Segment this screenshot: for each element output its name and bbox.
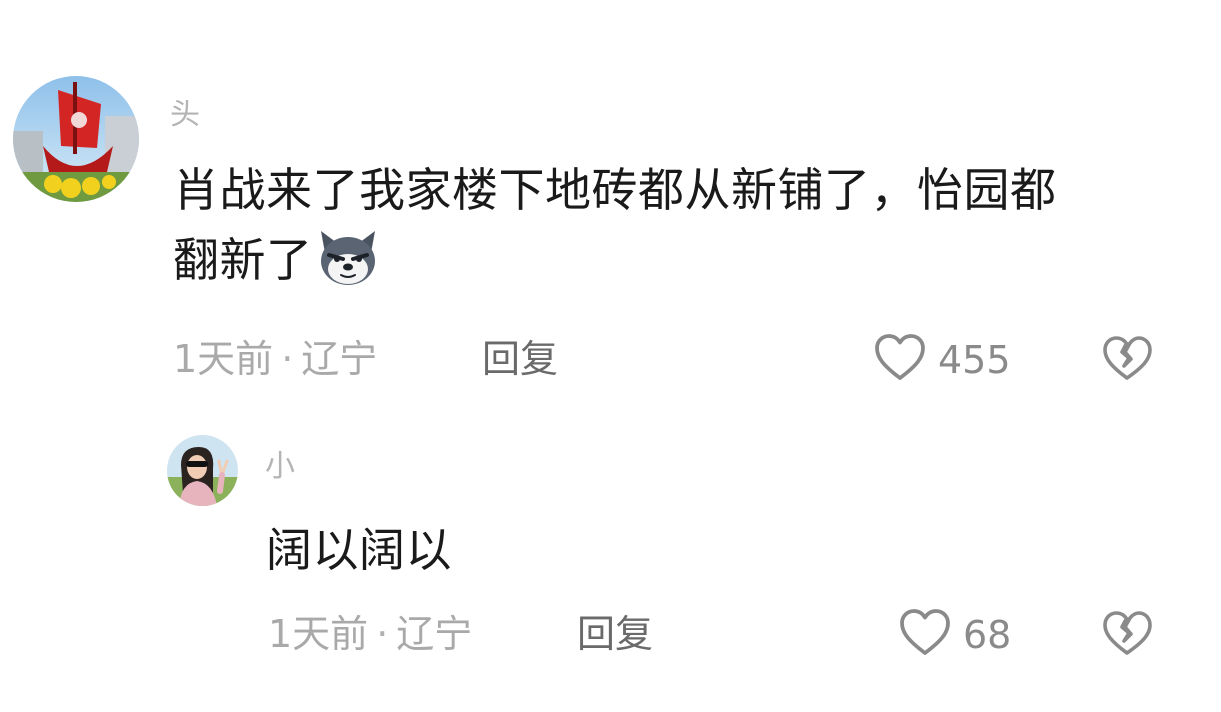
- reply-time: 1天前: [268, 612, 369, 656]
- heart-outline-icon: [897, 605, 953, 665]
- comment-thread: 头 肖战来了我家楼下地砖都从新铺了，怡园都 翻新了 1天前 · 辽宁 回复 45…: [0, 0, 1221, 712]
- comment-text-line1: 肖战来了我家楼下地砖都从新铺了，怡园都: [173, 163, 1057, 217]
- comment-time: 1天前: [173, 337, 274, 381]
- comment-text-line2: 翻新了: [173, 233, 313, 287]
- dislike-button[interactable]: [1100, 332, 1154, 390]
- smug-dog-emoji-icon: [315, 223, 381, 289]
- like-button[interactable]: 455: [872, 330, 1011, 390]
- comment-body: 肖战来了我家楼下地砖都从新铺了，怡园都 翻新了: [173, 158, 1183, 293]
- meta-separator: ·: [376, 612, 389, 656]
- reply-avatar[interactable]: [167, 435, 238, 506]
- comment-location: 辽宁: [301, 337, 378, 381]
- reply-username[interactable]: 小: [265, 452, 295, 482]
- broken-heart-icon: [1100, 336, 1154, 390]
- like-count: 455: [938, 338, 1011, 382]
- dislike-button[interactable]: [1100, 607, 1154, 665]
- like-button[interactable]: 68: [897, 605, 1011, 665]
- reply-meta: 1天前 · 辽宁: [268, 612, 472, 656]
- heart-outline-icon: [872, 330, 928, 390]
- broken-heart-icon: [1100, 611, 1154, 665]
- comment-meta: 1天前 · 辽宁: [173, 337, 377, 381]
- commenter-username[interactable]: 头: [170, 100, 200, 130]
- commenter-avatar[interactable]: [13, 76, 139, 202]
- reply-button[interactable]: 回复: [577, 612, 653, 656]
- like-count: 68: [963, 613, 1012, 657]
- meta-separator: ·: [281, 337, 294, 381]
- reply-button[interactable]: 回复: [482, 337, 558, 381]
- reply-body: 阔以阔以: [266, 523, 452, 577]
- reply-location: 辽宁: [396, 612, 473, 656]
